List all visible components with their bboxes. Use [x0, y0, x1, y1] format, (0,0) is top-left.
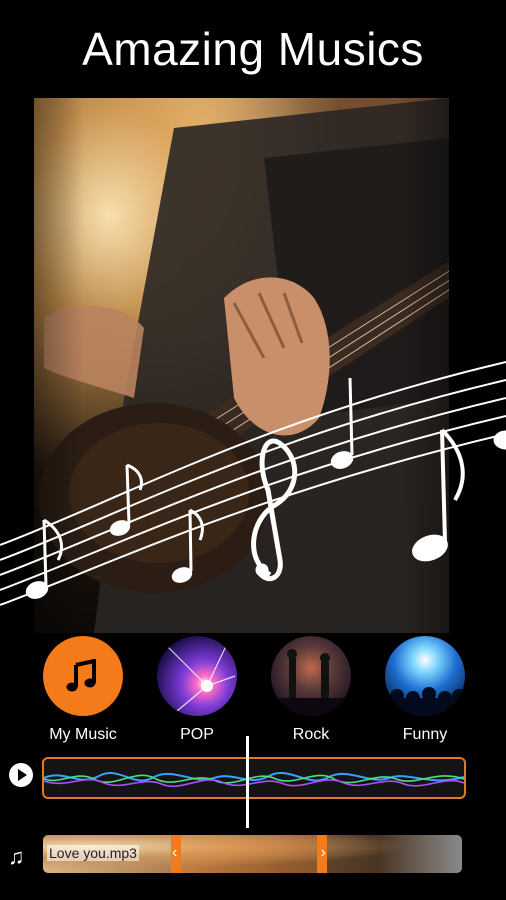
waveform-track[interactable] [42, 757, 466, 799]
audio-clip[interactable]: Love you.mp3 ‹ › [43, 835, 462, 873]
category-pop[interactable]: POP [152, 636, 242, 744]
funny-thumbnail[interactable] [385, 636, 465, 716]
clip-selection[interactable]: ‹ › [171, 835, 327, 873]
trim-handle-right[interactable]: › [321, 844, 326, 862]
rock-thumbnail[interactable] [271, 636, 351, 716]
music-note-icon [66, 659, 96, 692]
playhead-line[interactable] [246, 736, 249, 828]
play-button[interactable] [9, 763, 33, 787]
audio-track-row: ♫ Love you.mp3 ‹ › [0, 832, 506, 880]
category-row: My Music POP Rock Funny [0, 632, 506, 744]
category-my-music[interactable]: My Music [38, 636, 128, 744]
waveform-graphic [44, 772, 464, 787]
page-title: Amazing Musics [82, 23, 424, 75]
trim-handle-left[interactable]: ‹ [172, 844, 177, 862]
music-note-icon: ♫ [8, 844, 25, 869]
waveform-row [0, 736, 506, 832]
track-file-name: Love you.mp3 [47, 845, 139, 861]
concert-crowd-graphic [385, 687, 465, 716]
rock-band-graphic [271, 649, 351, 716]
pop-lights-graphic [166, 643, 236, 712]
hero-guitar-image [34, 98, 449, 633]
category-rock[interactable]: Rock [266, 636, 356, 744]
pop-thumbnail[interactable] [157, 636, 237, 716]
my-music-thumbnail[interactable] [43, 636, 123, 716]
category-funny[interactable]: Funny [380, 636, 470, 744]
hero-vignette [34, 98, 449, 633]
